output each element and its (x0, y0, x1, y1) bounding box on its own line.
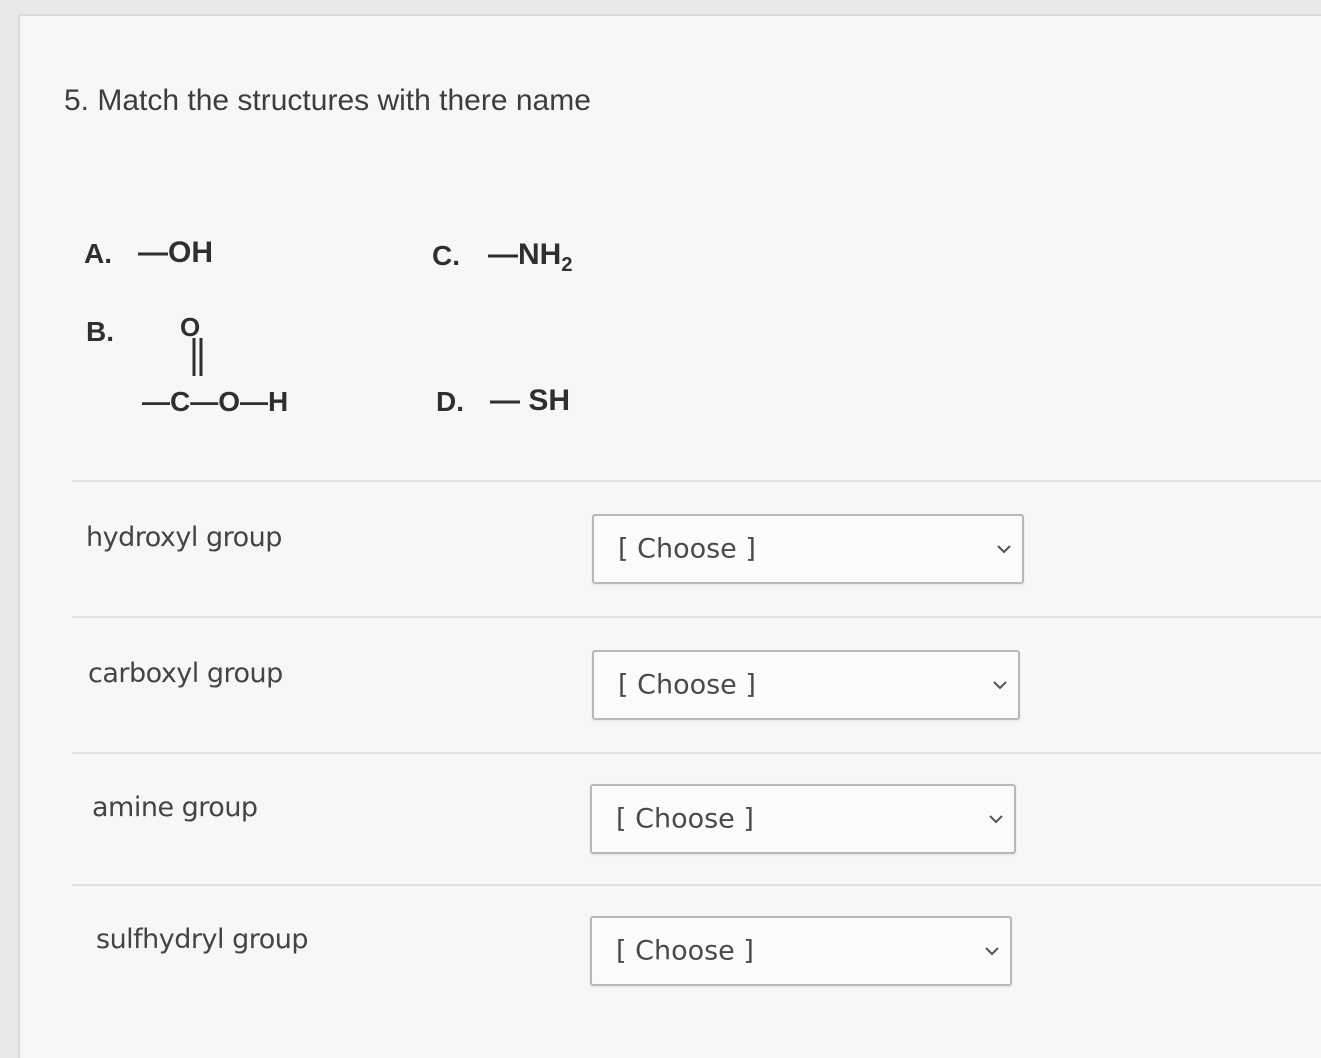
double-bond-icon (192, 338, 203, 376)
row-label-sulfhydryl: sulfhydryl group (96, 924, 309, 955)
chevron-down-icon (997, 545, 1011, 554)
structure-b-formula: —C—O—H (142, 386, 289, 417)
select-sulfhydryl[interactable]: [ Choose ] (590, 916, 1012, 986)
chevron-down-icon (989, 815, 1003, 824)
structure-b-label: B. (86, 316, 114, 347)
row-divider (72, 616, 1321, 618)
select-hydroxyl[interactable]: [ Choose ] (592, 514, 1024, 584)
select-value: [ Choose ] (618, 669, 756, 701)
row-divider (72, 884, 1321, 886)
structure-d-formula: — SH (490, 384, 571, 417)
chevron-down-icon (993, 681, 1007, 690)
select-value: [ Choose ] (616, 935, 754, 967)
structure-c-label: C. (432, 240, 460, 271)
row-label-carboxyl: carboxyl group (88, 658, 283, 689)
select-value: [ Choose ] (618, 533, 756, 565)
structure-d-label: D. (436, 386, 464, 417)
row-divider (72, 480, 1321, 482)
chevron-down-icon (985, 947, 999, 956)
structure-a-formula: —OH (138, 236, 213, 269)
select-value: [ Choose ] (616, 803, 754, 835)
question-card: 5. Match the structures with there name … (18, 14, 1321, 1058)
structure-c-subscript: 2 (561, 254, 573, 276)
select-amine[interactable]: [ Choose ] (590, 784, 1016, 854)
structure-a-label: A. (84, 238, 112, 269)
select-carboxyl[interactable]: [ Choose ] (592, 650, 1020, 720)
structure-c-formula: —NH2 (488, 238, 572, 277)
row-label-hydroxyl: hydroxyl group (86, 522, 282, 553)
row-label-amine: amine group (92, 792, 258, 823)
structures-figure: A. —OH B. O —C—O—H C. —NH2 D. — SH (20, 16, 1320, 476)
row-divider (72, 752, 1321, 754)
structure-c-formula-text: —NH (488, 238, 562, 271)
